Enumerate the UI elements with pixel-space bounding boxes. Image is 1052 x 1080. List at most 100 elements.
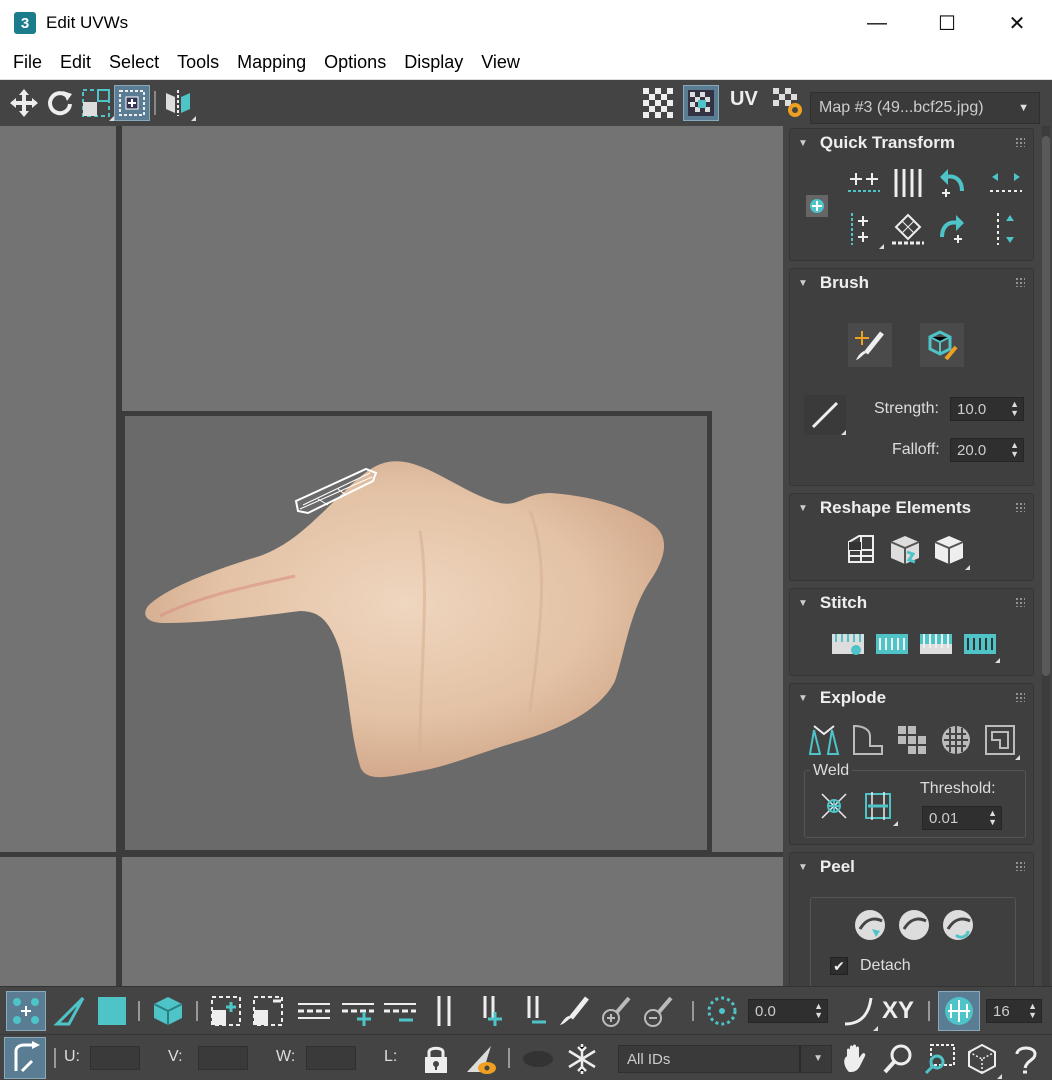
maximize-button[interactable]: ☐ bbox=[912, 0, 982, 46]
menu-display[interactable]: Display bbox=[397, 52, 471, 73]
checker-settings-icon[interactable] bbox=[770, 85, 806, 121]
absolute-offset-icon[interactable] bbox=[4, 1037, 46, 1079]
vertex-mode-icon[interactable] bbox=[6, 991, 46, 1031]
falloff-spinner[interactable]: 20.0 ▲ ▼ bbox=[950, 438, 1024, 462]
soft-selection-icon[interactable] bbox=[702, 991, 742, 1031]
threshold-spinner[interactable]: 0.01 ▲ ▼ bbox=[922, 806, 1002, 830]
stitch-custom-icon[interactable] bbox=[828, 625, 868, 663]
freeform-icon[interactable] bbox=[114, 85, 150, 121]
menu-tools[interactable]: Tools bbox=[170, 52, 227, 73]
menu-select[interactable]: Select bbox=[102, 52, 167, 73]
align-vertical-lines-icon[interactable] bbox=[888, 163, 928, 203]
pan-icon[interactable] bbox=[836, 1039, 876, 1079]
reset-peel-icon[interactable] bbox=[938, 905, 978, 945]
minimize-button[interactable]: — bbox=[842, 0, 912, 46]
show-hidden-icon[interactable] bbox=[518, 1039, 558, 1079]
help-icon[interactable] bbox=[1006, 1039, 1046, 1079]
scale-icon[interactable] bbox=[78, 85, 114, 121]
map-selector[interactable]: Map #3 (49...bcf25.jpg) ▼ bbox=[810, 92, 1040, 124]
grow-ring-icon[interactable] bbox=[468, 991, 508, 1031]
grid-snap-value[interactable]: 16 ▲ ▼ bbox=[986, 999, 1042, 1023]
freeze-icon[interactable] bbox=[562, 1039, 602, 1079]
straighten-selection-icon[interactable] bbox=[840, 530, 882, 570]
stitch-average-icon[interactable] bbox=[916, 625, 956, 663]
face-mode-icon[interactable] bbox=[92, 991, 132, 1031]
material-id-select[interactable]: All IDs ▼ bbox=[618, 1045, 832, 1073]
weld-target-icon[interactable] bbox=[858, 786, 898, 826]
edge-loop-icon[interactable] bbox=[294, 991, 334, 1031]
align-vertical-icon[interactable] bbox=[844, 209, 884, 249]
paint-select-icon[interactable] bbox=[554, 991, 594, 1031]
explode-by-smoothing-icon[interactable] bbox=[848, 720, 888, 760]
explode-by-material-icon[interactable] bbox=[892, 720, 932, 760]
uv-shell[interactable] bbox=[288, 461, 388, 521]
rollout-header[interactable]: ▼ Explode bbox=[790, 684, 1033, 712]
close-button[interactable]: ✕ bbox=[982, 0, 1052, 46]
w-field[interactable] bbox=[306, 1046, 356, 1070]
align-horizontal-icon[interactable] bbox=[844, 163, 884, 203]
rollout-header[interactable]: ▼ Peel bbox=[790, 853, 1033, 881]
shrink-selection-icon[interactable] bbox=[248, 991, 288, 1031]
straighten-icon[interactable] bbox=[888, 209, 928, 249]
menu-mapping[interactable]: Mapping bbox=[230, 52, 314, 73]
separator bbox=[154, 91, 156, 115]
menu-edit[interactable]: Edit bbox=[53, 52, 99, 73]
shrink-brush-icon[interactable] bbox=[638, 991, 678, 1031]
rollout-header[interactable]: ▼ Stitch bbox=[790, 589, 1033, 617]
strength-spinner[interactable]: 10.0 ▲ ▼ bbox=[950, 397, 1024, 421]
uv-toggle[interactable]: UV bbox=[730, 88, 758, 111]
edge-ring-icon[interactable] bbox=[424, 991, 464, 1031]
stitch-to-target-icon[interactable] bbox=[872, 625, 912, 663]
edge-mode-icon[interactable] bbox=[50, 991, 90, 1031]
menu-options[interactable]: Options bbox=[317, 52, 394, 73]
rotate-cw-icon[interactable] bbox=[932, 209, 972, 249]
grow-loop-icon[interactable] bbox=[338, 991, 378, 1031]
rollout-header[interactable]: ▼ Quick Transform bbox=[790, 129, 1033, 157]
stitch-cube-icon[interactable] bbox=[928, 530, 970, 570]
zoom-region-icon[interactable] bbox=[920, 1039, 960, 1079]
rotate-icon[interactable] bbox=[42, 85, 78, 121]
space-vertical-icon[interactable] bbox=[986, 209, 1026, 249]
relax-icon[interactable] bbox=[884, 530, 926, 570]
explode-by-polygon-icon[interactable] bbox=[936, 720, 976, 760]
falloff-curve-icon[interactable] bbox=[804, 395, 846, 435]
space-horizontal-icon[interactable] bbox=[986, 163, 1026, 203]
show-map-icon[interactable] bbox=[683, 85, 719, 121]
zoom-extents-icon[interactable] bbox=[962, 1039, 1002, 1079]
chevron-down-icon: ▼ bbox=[813, 1053, 823, 1064]
pivot-icon[interactable] bbox=[798, 187, 836, 225]
checker-pattern-icon[interactable] bbox=[640, 85, 676, 121]
flatten-icon[interactable] bbox=[980, 720, 1020, 760]
u-field[interactable] bbox=[90, 1046, 140, 1070]
shrink-ring-icon[interactable] bbox=[512, 991, 552, 1031]
zoom-icon[interactable] bbox=[878, 1039, 918, 1079]
hide-faces-icon[interactable] bbox=[460, 1039, 500, 1079]
uv-viewport[interactable] bbox=[0, 126, 783, 986]
grid-snap-icon[interactable] bbox=[938, 991, 980, 1031]
menu-file[interactable]: File bbox=[6, 52, 50, 73]
weld-selected-icon[interactable] bbox=[814, 786, 854, 826]
brush-move-icon[interactable] bbox=[848, 323, 892, 367]
peel-mode-icon[interactable] bbox=[894, 905, 934, 945]
falloff-type-icon[interactable] bbox=[838, 991, 878, 1031]
rollout-header[interactable]: ▼ Brush bbox=[790, 269, 1033, 297]
brush-relax-icon[interactable] bbox=[920, 323, 964, 367]
mirror-icon[interactable] bbox=[160, 85, 196, 121]
enlarge-brush-icon[interactable] bbox=[596, 991, 636, 1031]
soft-selection-value[interactable]: 0.0 ▲ ▼ bbox=[748, 999, 828, 1023]
falloff-space-toggle[interactable]: XY bbox=[882, 997, 914, 1025]
v-field[interactable] bbox=[198, 1046, 248, 1070]
rollout-header[interactable]: ▼ Reshape Elements bbox=[790, 494, 1033, 522]
quick-peel-icon[interactable] bbox=[850, 905, 890, 945]
rotate-ccw-icon[interactable] bbox=[932, 163, 972, 203]
panel-scrollbar[interactable] bbox=[1042, 126, 1050, 986]
grow-selection-icon[interactable] bbox=[206, 991, 246, 1031]
shrink-loop-icon[interactable] bbox=[380, 991, 420, 1031]
lock-icon[interactable] bbox=[416, 1039, 456, 1079]
detach-checkbox[interactable]: ✔ bbox=[830, 957, 848, 975]
stitch-to-source-icon[interactable] bbox=[960, 625, 1000, 663]
break-icon[interactable] bbox=[804, 720, 844, 760]
element-mode-icon[interactable] bbox=[148, 991, 188, 1031]
menu-view[interactable]: View bbox=[474, 52, 528, 73]
move-icon[interactable] bbox=[6, 85, 42, 121]
